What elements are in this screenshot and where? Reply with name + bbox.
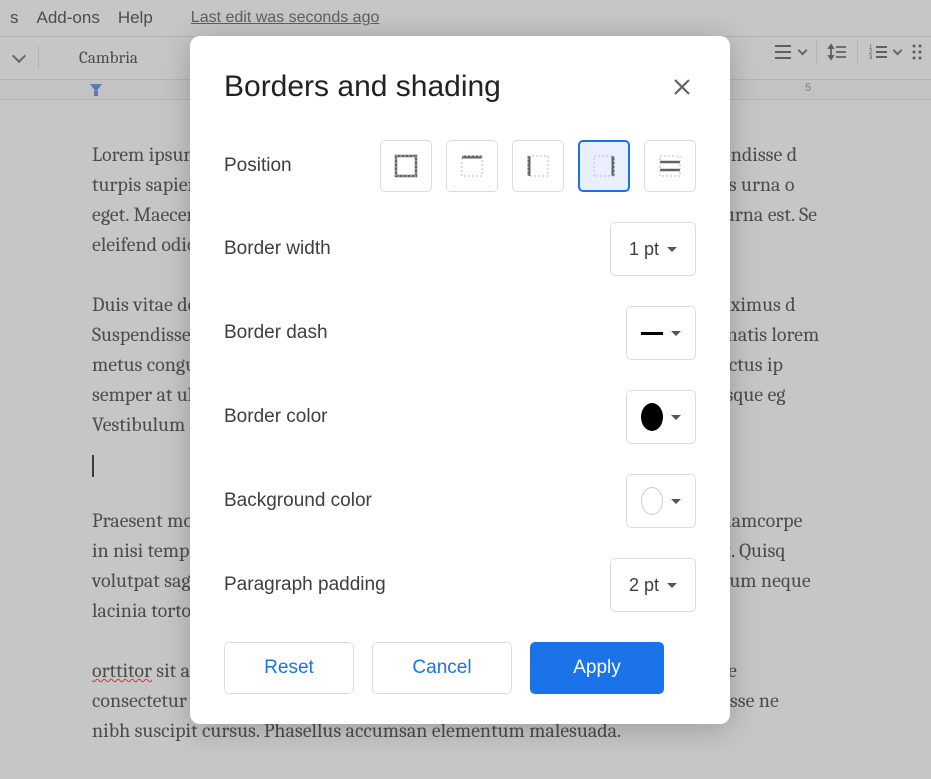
border-top-icon (459, 153, 485, 179)
font-family-select[interactable]: Cambria (53, 49, 208, 68)
chevron-down-icon (671, 331, 681, 336)
border-dash-label: Border dash (224, 322, 328, 344)
paragraph-padding-label: Paragraph padding (224, 574, 386, 596)
dialog-title: Borders and shading (224, 70, 501, 104)
paragraph-padding-select[interactable]: 2 pt (610, 558, 696, 612)
border-right-icon (591, 153, 617, 179)
grid-icon (911, 42, 925, 62)
border-dash-select[interactable] (626, 306, 696, 360)
background-color-label: Background color (224, 490, 372, 512)
chevron-down-icon (667, 583, 677, 588)
menu-item[interactable]: s (10, 8, 19, 28)
chevron-down-icon[interactable] (12, 49, 26, 63)
position-group (380, 140, 696, 192)
menubar: s Add-ons Help Last edit was seconds ago (0, 0, 931, 36)
background-color-select[interactable] (626, 474, 696, 528)
color-swatch-black (641, 403, 663, 431)
border-width-value: 1 pt (629, 239, 659, 260)
chevron-down-icon (671, 499, 681, 504)
line-spacing-icon (827, 42, 847, 62)
last-edit-status[interactable]: Last edit was seconds ago (191, 9, 380, 27)
border-all-icon (393, 153, 419, 179)
position-between-border[interactable] (644, 140, 696, 192)
chevron-down-icon (798, 46, 808, 56)
position-label: Position (224, 155, 292, 177)
position-all-borders[interactable] (380, 140, 432, 192)
position-left-border[interactable] (512, 140, 564, 192)
more-tools-button[interactable] (911, 42, 925, 62)
chevron-down-icon (667, 247, 677, 252)
menu-item-addons[interactable]: Add-ons (37, 8, 100, 28)
spell-error[interactable]: orttitor (92, 659, 152, 682)
border-width-label: Border width (224, 238, 331, 260)
border-width-select[interactable]: 1 pt (610, 222, 696, 276)
position-right-border[interactable] (578, 140, 630, 192)
svg-text:3: 3 (869, 55, 873, 61)
cancel-button[interactable]: Cancel (372, 642, 512, 694)
chevron-down-icon (671, 415, 681, 420)
color-swatch-none (641, 487, 663, 515)
solid-line-icon (641, 332, 663, 335)
align-icon (773, 42, 793, 62)
font-name-label: Cambria (79, 49, 138, 68)
list-button[interactable]: 123 (868, 42, 901, 62)
close-icon (672, 77, 692, 97)
text-cursor (92, 455, 94, 477)
border-color-select[interactable] (626, 390, 696, 444)
menu-item-help[interactable]: Help (118, 8, 153, 28)
border-left-icon (525, 153, 551, 179)
spacing-tool-button[interactable] (827, 42, 847, 62)
indent-marker[interactable] (88, 82, 104, 98)
border-between-icon (657, 153, 683, 179)
paragraph-padding-value: 2 pt (629, 575, 659, 596)
chevron-down-icon (893, 46, 903, 56)
ruler-number: 5 (805, 82, 811, 94)
borders-shading-dialog: Borders and shading Position Border (190, 36, 730, 724)
position-top-border[interactable] (446, 140, 498, 192)
line-spacing-button[interactable] (773, 42, 806, 62)
numbered-list-icon: 123 (868, 42, 888, 62)
close-button[interactable] (668, 73, 696, 101)
apply-button[interactable]: Apply (530, 642, 664, 694)
border-color-label: Border color (224, 406, 328, 428)
reset-button[interactable]: Reset (224, 642, 354, 694)
